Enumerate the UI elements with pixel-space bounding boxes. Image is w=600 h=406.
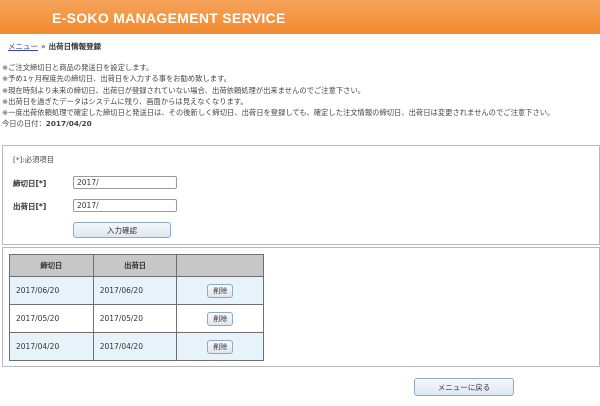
cell-ship-date: 2017/04/20 xyxy=(92,332,178,361)
note-line: ※ご注文締切日と商品の発送日を設定します。 xyxy=(2,63,154,72)
note-line: ※現在時刻より未来の締切日、出荷日が登録されていない場合、出荷依頼処理が出来ませ… xyxy=(2,85,366,95)
schedule-list: 締切日 出荷日 2017/06/20 2017/06/20 削除 2017/05… xyxy=(2,247,600,367)
breadcrumb-menu-link[interactable]: メニュー xyxy=(8,42,38,51)
note-line: ※出荷日を過ぎたデータはシステムに残り、画面からは見えなくなります。 xyxy=(2,96,248,106)
cell-actions: 削除 xyxy=(176,304,264,333)
delete-button[interactable]: 削除 xyxy=(207,339,234,354)
column-header-deadline: 締切日 xyxy=(9,254,94,277)
app-title: E-SOKO MANAGEMENT SERVICE xyxy=(52,10,286,26)
breadcrumb: メニュー» 出荷日情報登録 xyxy=(8,41,101,52)
column-header-ship-date: 出荷日 xyxy=(92,254,178,277)
ship-date-input[interactable] xyxy=(73,199,177,212)
column-header-actions xyxy=(176,254,264,277)
breadcrumb-current: 出荷日情報登録 xyxy=(48,42,102,51)
note-line: ※予め1ヶ月程度先の締切日、出荷日を入力する事をお勧め致します。 xyxy=(2,74,231,84)
ship-date-label: 出荷日[*] xyxy=(13,202,47,211)
note-line: ※一度出荷依頼処理で確定した締切日と発送日は、その後新しく締切日、出荷日を登録し… xyxy=(2,108,555,118)
notes-block: ※ご注文締切日と商品の発送日を設定します。 ※予め1ヶ月程度先の締切日、出荷日を… xyxy=(2,62,598,130)
cell-ship-date: 2017/06/20 xyxy=(92,276,178,305)
table-header-row: 締切日 出荷日 xyxy=(9,254,264,277)
today-value: 2017/04/20 xyxy=(45,119,92,129)
entry-form: [*]:必須項目 締切日[*] 出荷日[*] 入力確認 xyxy=(2,145,600,245)
table-row: 2017/06/20 2017/06/20 削除 xyxy=(9,276,264,305)
cell-ship-date: 2017/05/20 xyxy=(92,304,178,333)
delete-button[interactable]: 削除 xyxy=(207,311,234,326)
cell-actions: 削除 xyxy=(176,332,264,361)
app-header: E-SOKO MANAGEMENT SERVICE xyxy=(0,0,600,34)
cell-deadline: 2017/04/20 xyxy=(9,332,94,361)
table-row: 2017/05/20 2017/05/20 削除 xyxy=(9,304,264,333)
breadcrumb-separator: » xyxy=(41,42,46,51)
delete-button[interactable]: 削除 xyxy=(207,283,234,298)
required-note: [*]:必須項目 xyxy=(13,155,54,164)
today-date: 今日の日付：2017/04/20 xyxy=(2,118,598,129)
cell-deadline: 2017/05/20 xyxy=(9,304,94,333)
deadline-label: 締切日[*] xyxy=(13,179,47,188)
confirm-button[interactable]: 入力確認 xyxy=(73,222,171,238)
back-to-menu-button[interactable]: メニューに戻る xyxy=(414,378,514,396)
cell-actions: 削除 xyxy=(176,276,264,305)
table-row: 2017/04/20 2017/04/20 削除 xyxy=(9,332,264,361)
today-label: 今日の日付： xyxy=(2,119,46,129)
deadline-input[interactable] xyxy=(73,176,177,189)
cell-deadline: 2017/06/20 xyxy=(9,276,94,305)
schedule-table: 締切日 出荷日 2017/06/20 2017/06/20 削除 2017/05… xyxy=(9,254,264,361)
